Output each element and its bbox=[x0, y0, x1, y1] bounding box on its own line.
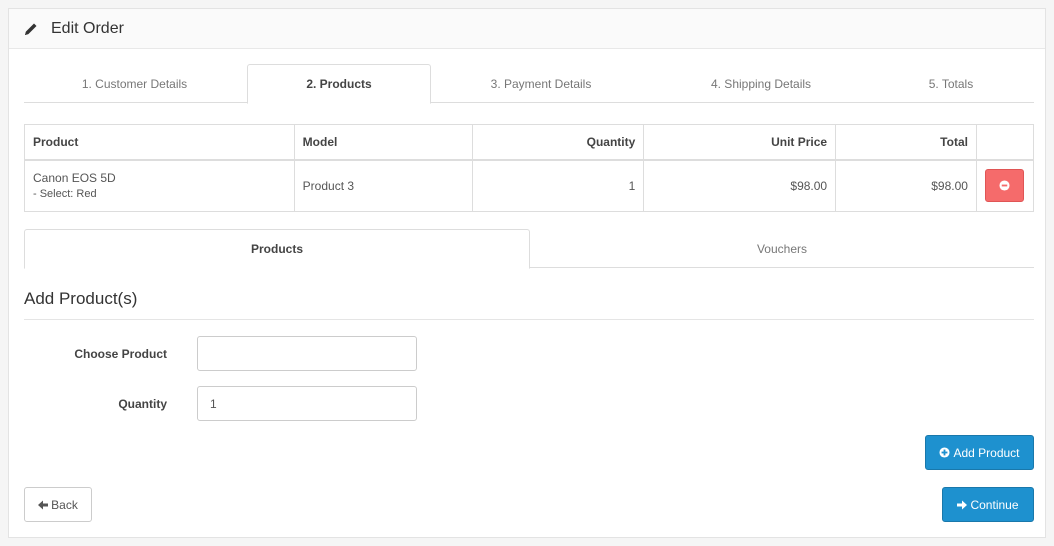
tab-totals[interactable]: 5. Totals bbox=[871, 64, 1031, 103]
add-products-heading: Add Product(s) bbox=[24, 289, 1034, 320]
choose-product-row: Choose Product bbox=[24, 336, 424, 371]
product-option: - Select: Red bbox=[33, 188, 97, 201]
choose-product-input[interactable] bbox=[197, 336, 417, 371]
column-header-model: Model bbox=[293, 124, 474, 161]
choose-product-label: Choose Product bbox=[74, 346, 167, 361]
product-voucher-tabs: Products Vouchers bbox=[24, 229, 1034, 269]
tab-shipping-details[interactable]: 4. Shipping Details bbox=[651, 64, 871, 103]
tab-sub-products[interactable]: Products bbox=[24, 229, 530, 269]
column-header-total: Total bbox=[835, 124, 977, 161]
back-label: Back bbox=[51, 497, 78, 512]
tab-customer-details[interactable]: 1. Customer Details bbox=[24, 64, 245, 103]
edit-order-panel: Edit Order 1. Customer Details 2. Produc… bbox=[8, 8, 1046, 538]
cell-total: $98.00 bbox=[835, 159, 977, 212]
cell-action bbox=[975, 159, 1035, 212]
back-button[interactable]: Back bbox=[24, 487, 92, 522]
column-header-action bbox=[975, 124, 1035, 161]
tab-sub-vouchers[interactable]: Vouchers bbox=[530, 229, 1034, 268]
order-products-table: Product Model Quantity Unit Price Total … bbox=[24, 124, 1035, 212]
product-name: Canon EOS 5D bbox=[33, 171, 116, 186]
continue-button[interactable]: Continue bbox=[942, 487, 1034, 522]
page-title: Edit Order bbox=[51, 19, 124, 37]
tab-payment-details[interactable]: 3. Payment Details bbox=[431, 64, 651, 103]
order-steps-tabs: 1. Customer Details 2. Products 3. Payme… bbox=[24, 64, 1034, 104]
arrow-right-icon bbox=[957, 500, 968, 510]
cell-unit-price: $98.00 bbox=[643, 159, 837, 212]
tab-products[interactable]: 2. Products bbox=[247, 64, 431, 104]
remove-product-button[interactable] bbox=[985, 169, 1025, 203]
cell-quantity: 1 bbox=[472, 159, 645, 212]
column-header-unit-price: Unit Price bbox=[643, 124, 837, 161]
cell-model: Product 3 bbox=[293, 159, 474, 212]
table-row: Canon EOS 5D - Select: Red Product 3 1 $… bbox=[24, 159, 1035, 212]
add-product-button[interactable]: Add Product bbox=[925, 435, 1034, 470]
pencil-icon bbox=[23, 21, 39, 37]
quantity-row: Quantity bbox=[24, 386, 424, 421]
continue-label: Continue bbox=[970, 497, 1019, 512]
column-header-quantity: Quantity bbox=[472, 124, 645, 161]
table-header-row: Product Model Quantity Unit Price Total bbox=[24, 124, 1035, 161]
arrow-left-icon bbox=[38, 500, 49, 510]
quantity-label: Quantity bbox=[118, 396, 167, 411]
panel-heading: Edit Order bbox=[9, 9, 1045, 49]
plus-circle-icon bbox=[939, 447, 951, 458]
cell-product: Canon EOS 5D - Select: Red bbox=[24, 159, 295, 212]
column-header-product: Product bbox=[24, 124, 295, 161]
add-product-label: Add Product bbox=[953, 445, 1020, 460]
quantity-input[interactable] bbox=[197, 386, 417, 421]
minus-circle-icon bbox=[999, 180, 1011, 191]
